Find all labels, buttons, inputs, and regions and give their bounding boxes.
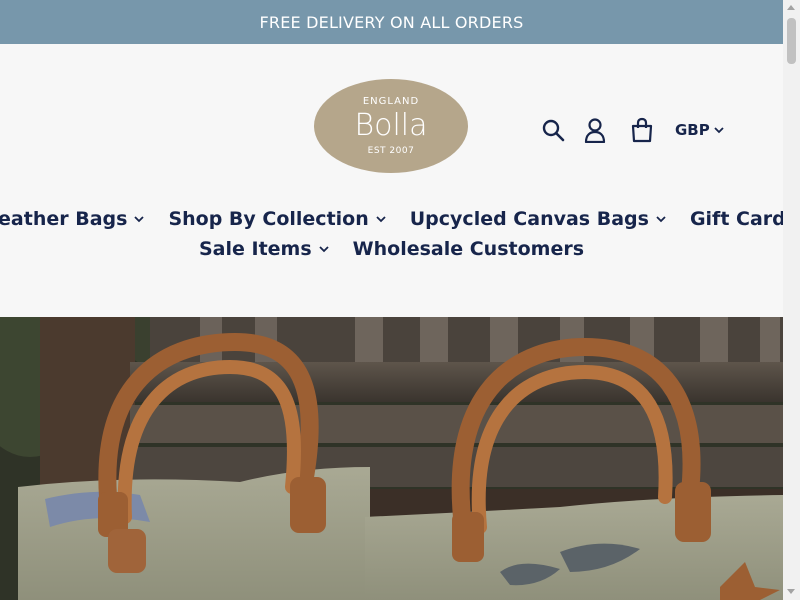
chevron-down-icon [319,245,329,252]
nav-item-leather-bags[interactable]: Leather Bags [0,204,145,234]
scroll-down-arrow[interactable] [787,589,795,594]
cart-icon [631,117,653,143]
scroll-up-arrow[interactable] [787,5,795,10]
nav-row-2: Sale Items Wholesale Customers [0,234,783,264]
announcement-bar: FREE DELIVERY ON ALL ORDERS [0,0,783,44]
search-button[interactable] [539,114,567,146]
account-button[interactable] [581,114,609,146]
nav-item-gift-cards[interactable]: Gift Cards [690,204,797,234]
hero-bags-illustration [0,317,783,600]
chevron-down-icon [656,215,666,222]
nav-item-label: Wholesale Customers [352,238,585,260]
scroll-thumb[interactable] [787,18,796,64]
currency-selector[interactable]: GBP [675,120,724,140]
chevron-down-icon [376,215,386,222]
main-navigation: Leather Bags Shop By Collection Upcycled… [0,204,797,264]
search-icon [542,119,565,142]
logo-name-text: Bolla [354,108,428,143]
nav-row-1: Leather Bags Shop By Collection Upcycled… [0,204,797,234]
nav-item-shop-by-collection[interactable]: Shop By Collection [168,204,386,234]
nav-item-wholesale-customers[interactable]: Wholesale Customers [353,234,584,264]
nav-item-label: Sale Items [198,238,312,260]
logo-bottom-text: EST 2007 [367,146,415,156]
nav-item-label: Gift Cards [689,208,798,230]
logo-top-text: ENGLAND [362,96,420,107]
hero-image [0,317,783,600]
chevron-down-icon [714,126,724,133]
site-header: ENGLAND Bolla EST 2007 GBP Leather Bags [0,44,797,317]
brand-logo[interactable]: ENGLAND Bolla EST 2007 [314,79,468,173]
announcement-text: FREE DELIVERY ON ALL ORDERS [259,12,524,32]
nav-item-sale-items[interactable]: Sale Items [199,234,329,264]
page-scrollbar[interactable] [783,0,800,600]
cart-button[interactable] [628,114,656,146]
nav-item-label: Leather Bags [0,208,128,230]
currency-value: GBP [675,121,710,139]
nav-item-label: Shop By Collection [168,208,369,230]
account-icon [584,118,606,143]
nav-item-label: Upcycled Canvas Bags [409,208,649,230]
nav-item-upcycled-canvas-bags[interactable]: Upcycled Canvas Bags [410,204,666,234]
chevron-down-icon [134,215,145,222]
